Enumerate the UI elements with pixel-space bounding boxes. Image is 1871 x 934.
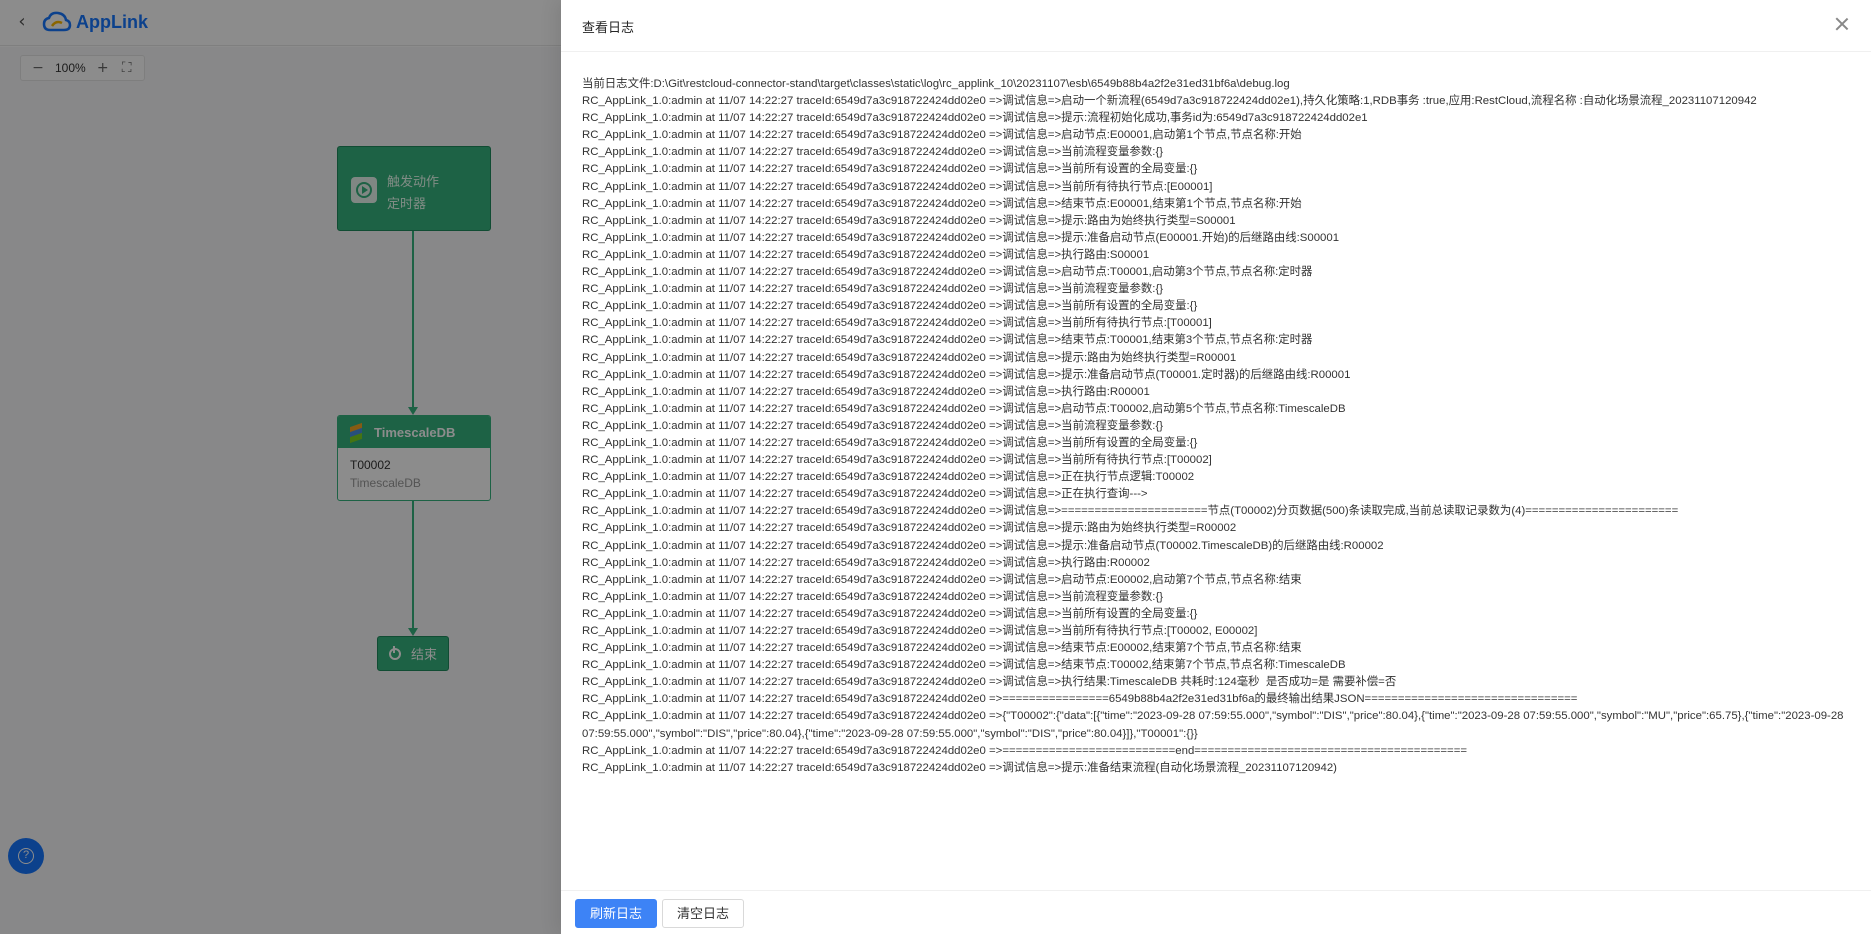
log-line: RC_AppLink_1.0:admin at 11/07 14:22:27 t… xyxy=(582,334,1313,347)
log-line: RC_AppLink_1.0:admin at 11/07 14:22:27 t… xyxy=(582,129,1302,142)
log-line: RC_AppLink_1.0:admin at 11/07 14:22:27 t… xyxy=(582,590,1164,603)
log-line: RC_AppLink_1.0:admin at 11/07 14:22:27 t… xyxy=(582,710,1847,740)
log-line: RC_AppLink_1.0:admin at 11/07 14:22:27 t… xyxy=(582,317,1212,330)
drawer-title: 查看日志 xyxy=(582,21,635,36)
drawer-header: 查看日志 xyxy=(561,0,1871,52)
clear-log-button[interactable]: 清空日志 xyxy=(662,899,745,928)
log-line: RC_AppLink_1.0:admin at 11/07 14:22:27 t… xyxy=(582,607,1198,620)
log-line: RC_AppLink_1.0:admin at 11/07 14:22:27 t… xyxy=(582,642,1302,655)
log-line: RC_AppLink_1.0:admin at 11/07 14:22:27 t… xyxy=(582,163,1198,176)
log-line: RC_AppLink_1.0:admin at 11/07 14:22:27 t… xyxy=(582,436,1198,449)
log-line: RC_AppLink_1.0:admin at 11/07 14:22:27 t… xyxy=(582,625,1258,637)
drawer-footer: 刷新日志 清空日志 xyxy=(561,890,1871,934)
log-content[interactable]: 当前日志文件:D:\Git\restcloud-connector-stand\… xyxy=(582,76,1850,886)
log-line: RC_AppLink_1.0:admin at 11/07 14:22:27 t… xyxy=(582,488,1148,501)
log-line: RC_AppLink_1.0:admin at 11/07 14:22:27 t… xyxy=(582,300,1198,313)
log-line: RC_AppLink_1.0:admin at 11/07 14:22:27 t… xyxy=(582,419,1164,432)
log-line: RC_AppLink_1.0:admin at 11/07 14:22:27 t… xyxy=(582,505,1679,518)
log-line: RC_AppLink_1.0:admin at 11/07 14:22:27 t… xyxy=(582,146,1164,159)
log-line: RC_AppLink_1.0:admin at 11/07 14:22:27 t… xyxy=(582,351,1237,364)
log-drawer: 查看日志 当前日志文件:D:\Git\restcloud-connector-s… xyxy=(561,0,1871,934)
log-line: RC_AppLink_1.0:admin at 11/07 14:22:27 t… xyxy=(582,693,1578,706)
refresh-log-button[interactable]: 刷新日志 xyxy=(575,899,658,928)
log-line: RC_AppLink_1.0:admin at 11/07 14:22:27 t… xyxy=(582,573,1302,586)
log-line: RC_AppLink_1.0:admin at 11/07 14:22:27 t… xyxy=(582,402,1346,415)
log-line: RC_AppLink_1.0:admin at 11/07 14:22:27 t… xyxy=(582,231,1340,244)
log-line: RC_AppLink_1.0:admin at 11/07 14:22:27 t… xyxy=(582,266,1313,279)
log-line: RC_AppLink_1.0:admin at 11/07 14:22:27 t… xyxy=(582,385,1150,398)
log-line: RC_AppLink_1.0:admin at 11/07 14:22:27 t… xyxy=(582,522,1237,535)
log-line: RC_AppLink_1.0:admin at 11/07 14:22:27 t… xyxy=(582,95,1757,108)
log-line: RC_AppLink_1.0:admin at 11/07 14:22:27 t… xyxy=(582,676,1397,689)
log-line: RC_AppLink_1.0:admin at 11/07 14:22:27 t… xyxy=(582,112,1368,125)
log-line: RC_AppLink_1.0:admin at 11/07 14:22:27 t… xyxy=(582,283,1164,296)
log-line: RC_AppLink_1.0:admin at 11/07 14:22:27 t… xyxy=(582,454,1212,467)
log-line: RC_AppLink_1.0:admin at 11/07 14:22:27 t… xyxy=(582,471,1195,484)
log-line: RC_AppLink_1.0:admin at 11/07 14:22:27 t… xyxy=(582,197,1302,210)
log-line: RC_AppLink_1.0:admin at 11/07 14:22:27 t… xyxy=(582,659,1346,672)
log-line: RC_AppLink_1.0:admin at 11/07 14:22:27 t… xyxy=(582,761,1337,774)
log-line: RC_AppLink_1.0:admin at 11/07 14:22:27 t… xyxy=(582,539,1384,552)
log-line: 当前日志文件:D:\Git\restcloud-connector-stand\… xyxy=(582,78,1290,90)
log-line: RC_AppLink_1.0:admin at 11/07 14:22:27 t… xyxy=(582,368,1351,381)
log-line: RC_AppLink_1.0:admin at 11/07 14:22:27 t… xyxy=(582,214,1236,227)
close-icon[interactable] xyxy=(1833,15,1851,33)
log-line: RC_AppLink_1.0:admin at 11/07 14:22:27 t… xyxy=(582,744,1468,757)
log-line: RC_AppLink_1.0:admin at 11/07 14:22:27 t… xyxy=(582,556,1150,569)
log-line: RC_AppLink_1.0:admin at 11/07 14:22:27 t… xyxy=(582,248,1150,261)
log-line: RC_AppLink_1.0:admin at 11/07 14:22:27 t… xyxy=(582,180,1213,193)
